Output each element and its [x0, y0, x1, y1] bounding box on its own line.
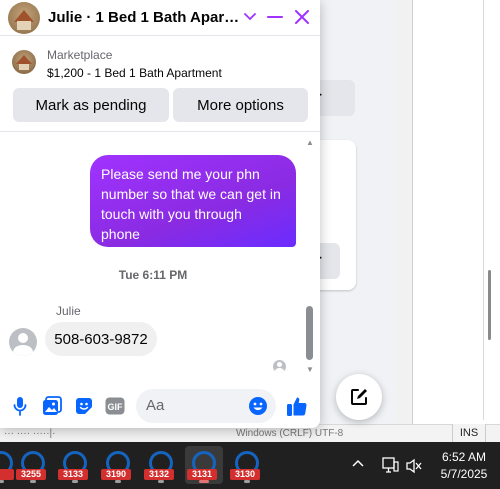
- background-scrollbar[interactable]: ▼: [396, 0, 412, 436]
- message-timestamp: Tue 6:11 PM: [118, 268, 188, 282]
- status-left: ··· ···· ·····|·: [4, 428, 56, 439]
- sender-name: Julie: [56, 304, 81, 318]
- microphone-icon: [13, 397, 27, 416]
- thread-scrollbar[interactable]: ▲ ▼: [303, 136, 317, 376]
- scroll-up-icon[interactable]: ▲: [306, 138, 314, 147]
- taskbar-app[interactable]: 3132: [142, 446, 180, 484]
- photo-icon: [43, 396, 62, 415]
- volume-muted-icon: [406, 458, 422, 474]
- listing-title[interactable]: $1,200 - 1 Bed 1 Bath Apartment: [47, 66, 222, 80]
- incoming-message[interactable]: 508-603-9872: [45, 322, 157, 356]
- chat-window: Julie · 1 Bed 1 Bath Apartm... Marketpla…: [0, 0, 320, 428]
- editor-pane: [412, 0, 500, 436]
- voice-clip-button[interactable]: [9, 395, 31, 417]
- marketplace-listing-card: Marketplace $1,200 - 1 Bed 1 Bath Apartm…: [0, 36, 320, 132]
- minimize-chat-button[interactable]: [264, 6, 286, 28]
- new-message-button[interactable]: [336, 374, 382, 420]
- taskbar-app[interactable]: 3190: [99, 446, 137, 484]
- taskbar-app[interactable]: 3130: [228, 446, 266, 484]
- app-badge: 3132: [144, 469, 174, 480]
- message-thread[interactable]: Please send me your phn number so that w…: [0, 132, 320, 376]
- network-icon: [382, 457, 399, 473]
- scroll-thumb[interactable]: [306, 306, 313, 360]
- chat-title[interactable]: Julie · 1 Bed 1 Bath Apartm...: [48, 9, 240, 26]
- volume-button[interactable]: [405, 458, 423, 474]
- close-chat-button[interactable]: [291, 6, 313, 28]
- app-badge: 3133: [58, 469, 88, 480]
- chat-options-button[interactable]: [239, 6, 261, 28]
- app-badge: 3130: [230, 469, 260, 480]
- gif-icon: GIF: [105, 397, 125, 415]
- svg-text:GIF: GIF: [108, 402, 124, 412]
- app-badge: 3190: [101, 469, 131, 480]
- status-encoding: Windows (CRLF) UTF-8: [236, 428, 344, 439]
- scroll-down-icon[interactable]: ▼: [306, 365, 314, 374]
- clock-date[interactable]: 5/7/2025: [436, 467, 492, 481]
- chevron-up-icon: [352, 459, 364, 467]
- emoji-button[interactable]: [248, 396, 268, 416]
- taskbar: 3255 3133 3190 3132 3131 3130: [0, 442, 500, 489]
- app-badge: 3255: [16, 469, 46, 480]
- gif-button[interactable]: GIF: [104, 395, 126, 417]
- show-hidden-icons-button[interactable]: [350, 456, 366, 472]
- send-like-button[interactable]: [286, 395, 308, 417]
- close-icon: [295, 10, 309, 24]
- compose-icon: [351, 389, 367, 405]
- app-badge: 3131: [187, 469, 217, 480]
- outgoing-message[interactable]: Please send me your phn number so that w…: [90, 155, 296, 247]
- message-input[interactable]: [146, 397, 242, 414]
- message-composer: GIF: [0, 384, 320, 428]
- listing-thumbnail[interactable]: [12, 50, 36, 74]
- emoji-icon: [249, 397, 267, 415]
- attach-photo-button[interactable]: [41, 395, 63, 417]
- minimize-icon: [267, 16, 283, 18]
- taskbar-app-active[interactable]: 3131: [185, 446, 223, 484]
- clock-time[interactable]: 6:52 AM: [436, 450, 492, 464]
- mark-as-pending-button[interactable]: Mark as pending: [13, 88, 169, 122]
- sender-avatar[interactable]: [9, 328, 37, 356]
- sticker-icon: [76, 398, 92, 414]
- editor-scrollbar-thumb[interactable]: [488, 270, 491, 340]
- sticker-button[interactable]: [73, 395, 95, 417]
- thumbs-up-icon: [287, 397, 307, 416]
- listing-source: Marketplace: [47, 48, 113, 62]
- taskbar-app[interactable]: 3133: [56, 446, 94, 484]
- contact-avatar[interactable]: [8, 2, 40, 34]
- seen-receipt-avatar: [273, 360, 286, 373]
- taskbar-app[interactable]: 3255: [14, 446, 52, 484]
- network-button[interactable]: [381, 456, 399, 474]
- insert-mode-indicator: INS: [452, 424, 486, 442]
- chat-header[interactable]: Julie · 1 Bed 1 Bath Apartm...: [0, 0, 320, 36]
- more-options-button[interactable]: More options: [173, 88, 308, 122]
- chevron-down-icon: [244, 13, 256, 21]
- message-input-wrapper[interactable]: [136, 389, 276, 423]
